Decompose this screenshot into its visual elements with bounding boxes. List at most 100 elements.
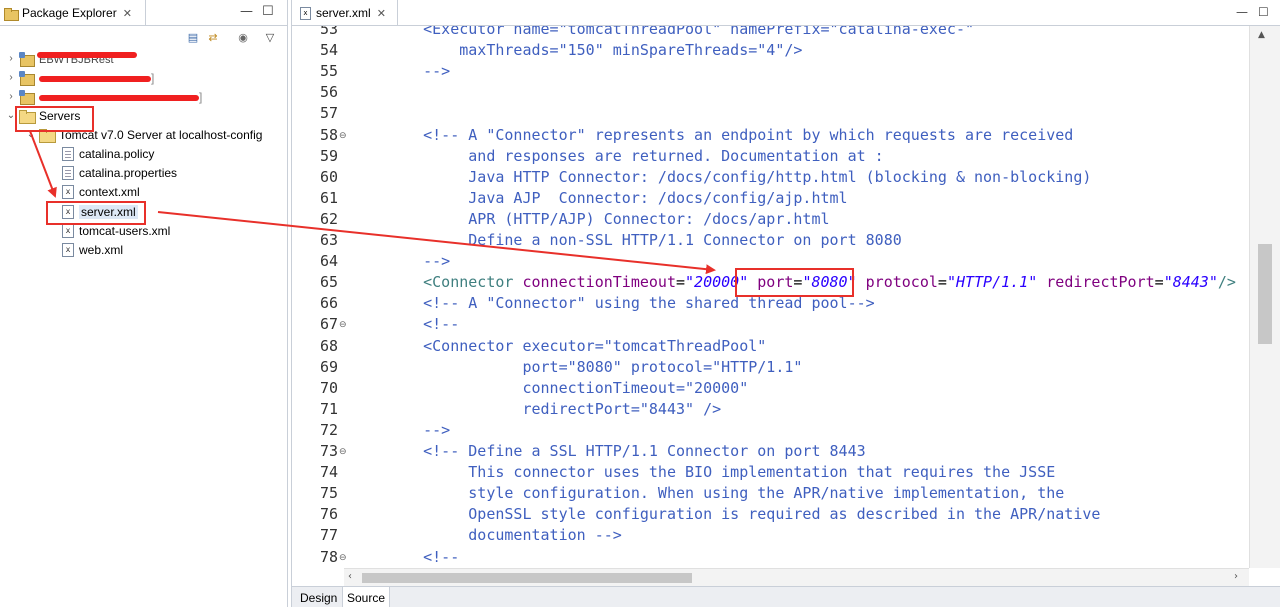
maximize-icon[interactable]: ☐ (1258, 5, 1269, 19)
package-explorer-title: Package Explorer (22, 6, 117, 20)
link-with-editor-icon[interactable]: ⇄ (206, 31, 220, 45)
code-line: maxThreads="150" minSpareThreads="4"/> (387, 41, 803, 60)
line-number: 53 (319, 26, 338, 38)
project-2-suffix: ] (151, 70, 155, 85)
code-line: --> (387, 252, 451, 271)
code-area[interactable]: 53 <Executor name="tomcatThreadPool" nam… (292, 26, 1249, 568)
tree-item-label: EBWTBJBRest (37, 51, 137, 66)
project-icon (19, 89, 35, 105)
xml-tag: <Connector (423, 273, 514, 292)
minimize-icon[interactable]: — (240, 4, 253, 19)
code-line: <Executor name="tomcatThreadPool" namePr… (387, 26, 974, 38)
line-number: 63 (319, 231, 338, 249)
close-icon[interactable]: ✕ (377, 7, 386, 20)
file-label: server.xml (79, 204, 138, 219)
tree-item-tomcat[interactable]: ⌄ Tomcat v7.0 Server at localhost-config (26, 125, 262, 144)
xml-attribute: redirectPort (1046, 273, 1155, 292)
editor-page-tabs: Design Source (292, 586, 1280, 607)
close-icon[interactable]: ✕ (123, 7, 132, 20)
line-number: 74 (319, 463, 338, 482)
line-number: 77 (319, 526, 338, 545)
tree-item-project-2[interactable]: › ] (6, 68, 154, 87)
tree-item-project-1[interactable]: › EBWTBJBRest (6, 49, 137, 68)
package-explorer-tab[interactable]: Package Explorer ✕ (0, 0, 146, 26)
tab-design[interactable]: Design (296, 587, 341, 607)
editor-tab-server-xml[interactable]: x server.xml ✕ (292, 0, 398, 26)
tree-item-project-3[interactable]: › ] (6, 87, 202, 106)
code-line: --> (387, 62, 451, 81)
code-line: Java HTTP Connector: /docs/config/http.h… (387, 167, 1092, 186)
line-number: 71 (319, 399, 338, 418)
code-line: port="8080" protocol="HTTP/1.1" (387, 357, 803, 376)
tree-file-context-xml[interactable]: x context.xml (62, 182, 140, 201)
file-label: catalina.policy (79, 146, 155, 161)
chevron-right-icon[interactable]: › (6, 72, 16, 83)
line-number: 60 (319, 167, 338, 186)
fold-toggle-icon[interactable]: ⊖ (339, 553, 347, 563)
xml-file-icon: x (62, 223, 74, 238)
package-explorer-toolbar: ▤ ⇄ ◉ ▽ (0, 26, 287, 50)
tree-file-catalina-properties[interactable]: catalina.properties (62, 163, 177, 182)
chevron-right-icon[interactable]: › (6, 91, 16, 102)
line-number: 76 (319, 505, 338, 524)
xml-tag: /> (1217, 273, 1236, 292)
line-number: 78 (319, 547, 338, 566)
focus-task-icon[interactable]: ◉ (236, 31, 250, 45)
xml-editor: x server.xml ✕ — ☐ 53 <Executor name="to… (291, 0, 1280, 607)
code-line: and responses are returned. Documentatio… (387, 146, 884, 165)
line-number: 59 (319, 146, 338, 165)
minimize-icon[interactable]: — (1236, 5, 1248, 19)
file-icon (62, 165, 74, 180)
code-line: This connector uses the BIO implementati… (387, 463, 1056, 482)
code-line: Java AJP Connector: /docs/config/ajp.htm… (387, 188, 848, 207)
code-line: <Connector executor="tomcatThreadPool" (387, 336, 767, 355)
line-number: 64 (319, 252, 338, 271)
xml-file-icon: x (62, 184, 74, 199)
code-line: <!-- (387, 547, 460, 566)
view-menu-icon[interactable]: ▽ (263, 31, 277, 45)
collapse-all-icon[interactable]: ▤ (186, 31, 200, 45)
line-number: 55 (319, 62, 338, 81)
redaction-mark (39, 94, 199, 101)
chevron-right-icon[interactable]: › (6, 53, 16, 64)
tree-item-servers[interactable]: ⌄ Servers (6, 106, 80, 125)
fold-toggle-icon[interactable]: ⊖ (339, 131, 347, 141)
line-number: 58 (319, 125, 338, 144)
line-number: 62 (319, 209, 338, 228)
file-label: catalina.properties (79, 165, 178, 180)
scroll-up-icon[interactable]: ▲ (1258, 30, 1265, 40)
xml-value: "HTTP/1.1" (946, 273, 1038, 292)
scroll-right-icon[interactable]: › (1234, 571, 1238, 582)
fold-toggle-icon[interactable]: ⊖ (339, 447, 347, 457)
code-line: <!-- Define a SSL HTTP/1.1 Connector on … (387, 442, 866, 460)
line-number: 69 (319, 357, 338, 376)
line-number: 67 (319, 315, 338, 334)
folder-open-icon (19, 109, 36, 124)
code-line: connectionTimeout="20000" (387, 378, 749, 397)
editor-tab-title: server.xml (316, 6, 371, 20)
package-explorer-tabbar: Package Explorer ✕ — ☐ (0, 0, 287, 26)
code-equals: = (1154, 273, 1164, 292)
scrollbar-thumb[interactable] (1258, 244, 1272, 344)
horizontal-scrollbar[interactable]: ‹ › (344, 568, 1249, 586)
line-number: 73 (319, 442, 338, 460)
fold-toggle-icon[interactable]: ⊖ (339, 320, 347, 330)
code-line: APR (HTTP/AJP) Connector: /docs/apr.html (387, 209, 830, 228)
scroll-left-icon[interactable]: ‹ (348, 571, 352, 582)
file-label: web.xml (79, 242, 124, 257)
line-number: 72 (319, 420, 338, 439)
tree-file-web-xml[interactable]: x web.xml (62, 240, 123, 259)
scrollbar-thumb[interactable] (362, 573, 692, 583)
maximize-icon[interactable]: ☐ (262, 4, 274, 19)
vertical-scrollbar[interactable]: ▲ (1249, 26, 1280, 568)
folder-open-icon (39, 128, 56, 143)
chevron-down-icon[interactable]: ⌄ (6, 110, 16, 121)
chevron-down-icon[interactable]: ⌄ (26, 129, 36, 140)
tree-file-tomcat-users-xml[interactable]: x tomcat-users.xml (62, 221, 170, 240)
tree-file-server-xml[interactable]: x server.xml (62, 202, 138, 221)
tab-source[interactable]: Source (342, 587, 391, 607)
tree-file-catalina-policy[interactable]: catalina.policy (62, 144, 154, 163)
